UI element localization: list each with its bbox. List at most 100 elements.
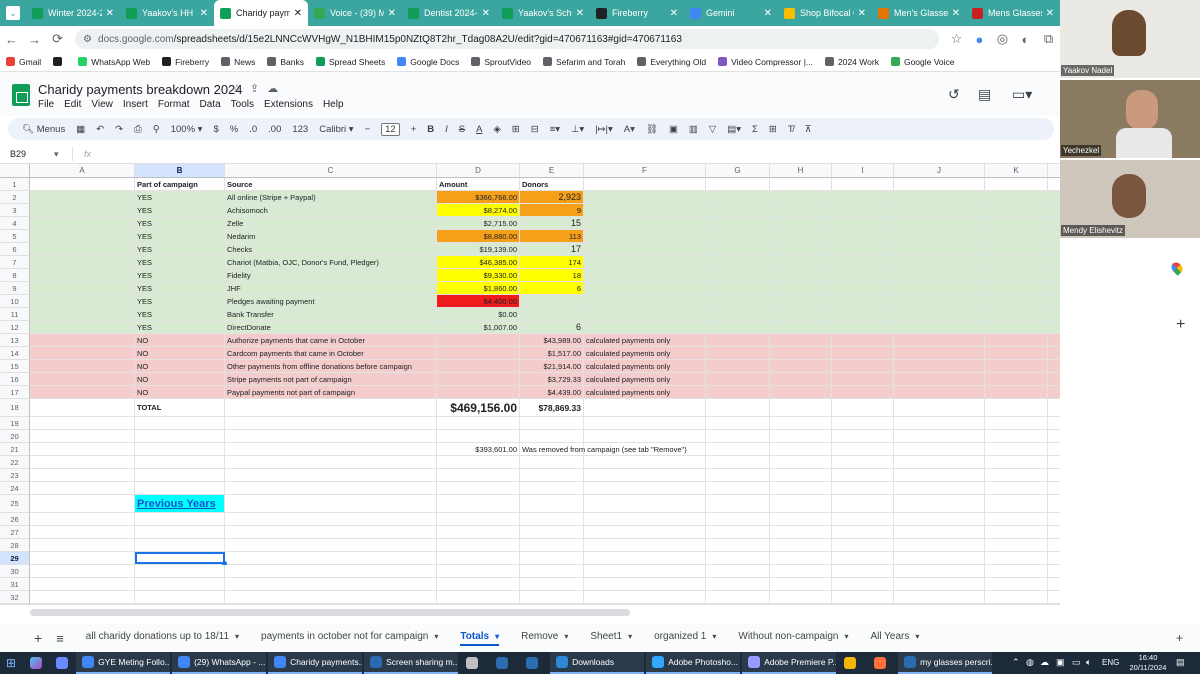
tray-app-icon[interactable]: ◍ (1026, 657, 1034, 668)
cell-amount[interactable] (437, 386, 520, 398)
meet-icon[interactable]: ▭▾ (1012, 86, 1032, 103)
menu-item[interactable]: View (91, 99, 113, 110)
cell-empty[interactable] (770, 178, 832, 190)
cell-amount[interactable]: $4,400.00 (437, 295, 520, 307)
cell-donors[interactable] (520, 513, 584, 525)
cell-empty[interactable] (832, 417, 894, 429)
cell-a[interactable] (30, 469, 135, 481)
cell-part-of-campaign[interactable] (135, 417, 225, 429)
cell-a[interactable] (30, 591, 135, 603)
cell-amount[interactable] (437, 373, 520, 385)
cell-donors[interactable]: Was removed from campaign (see tab "Remo… (520, 443, 687, 455)
cell-empty[interactable] (985, 539, 1048, 551)
cell-empty[interactable] (894, 347, 985, 359)
cell-empty[interactable] (985, 256, 1048, 268)
cell-empty[interactable] (985, 269, 1048, 281)
row-header[interactable]: 15 (0, 360, 30, 373)
cell-empty[interactable] (832, 295, 894, 307)
cell-part-of-campaign[interactable]: YES (135, 204, 225, 216)
previous-years-link[interactable]: Previous Years (135, 495, 225, 512)
cell-note[interactable] (584, 191, 706, 203)
cell-empty[interactable] (832, 191, 894, 203)
cell-a[interactable] (30, 399, 135, 416)
column-header[interactable]: A (30, 164, 135, 178)
bookmark-item[interactable]: Video Compressor |... (718, 57, 813, 67)
cell-donors[interactable]: $21,914.00 (520, 360, 584, 372)
row-header[interactable]: 12 (0, 321, 30, 334)
horizontal-scrollbar-track[interactable] (0, 604, 1158, 620)
sheet-tab[interactable]: Remove ▾ (521, 631, 568, 646)
cell-empty[interactable] (894, 443, 985, 455)
cell-amount[interactable] (437, 347, 520, 359)
cell-donors[interactable]: 15 (520, 217, 584, 229)
cell-part-of-campaign[interactable]: YES (135, 230, 225, 242)
print-icon[interactable]: ⎙ (134, 124, 142, 135)
cell-empty[interactable] (985, 178, 1048, 190)
cell-empty[interactable] (770, 513, 832, 525)
cell-part-of-campaign[interactable]: Part of campaign (135, 178, 225, 190)
tab-close-icon[interactable]: ✕ (952, 8, 960, 19)
cell-empty[interactable] (832, 513, 894, 525)
cell-empty[interactable] (985, 230, 1048, 242)
row-header[interactable]: 29 (0, 552, 30, 565)
cell-amount[interactable] (437, 513, 520, 525)
cell-empty[interactable] (706, 552, 770, 564)
bookmark-item[interactable]: Google Docs (397, 57, 459, 67)
cell-empty[interactable] (770, 495, 832, 512)
horizontal-scrollbar-thumb[interactable] (30, 609, 630, 616)
cell-note[interactable] (584, 178, 706, 190)
cell-source[interactable] (225, 469, 437, 481)
cell-empty[interactable] (894, 308, 985, 320)
cell-empty[interactable] (706, 399, 770, 416)
tray-cloud-icon[interactable]: ☁ (1040, 657, 1049, 668)
bookmark-item[interactable]: SproutVideo (471, 57, 531, 67)
cell-note[interactable] (584, 456, 706, 468)
cell-empty[interactable] (706, 295, 770, 307)
menu-item[interactable]: File (38, 99, 54, 110)
cell-note[interactable] (584, 443, 706, 455)
cell-empty[interactable] (832, 578, 894, 590)
decrease-font-icon[interactable]: − (365, 124, 371, 135)
row-header[interactable]: 3 (0, 204, 30, 217)
cell-empty[interactable] (770, 373, 832, 385)
cell-empty[interactable] (706, 386, 770, 398)
cell-part-of-campaign[interactable]: YES (135, 243, 225, 255)
cell-part-of-campaign[interactable] (135, 591, 225, 603)
menu-item[interactable]: Tools (231, 99, 254, 110)
row-header[interactable]: 8 (0, 269, 30, 282)
cell-donors[interactable]: 17 (520, 243, 584, 255)
tab-close-icon[interactable]: ✕ (294, 8, 302, 19)
name-box-dropdown-icon[interactable]: ▾ (54, 149, 59, 160)
cell-empty[interactable] (706, 495, 770, 512)
profile-icon[interactable]: ◎ (991, 31, 1014, 47)
cell-source[interactable] (225, 456, 437, 468)
cell-donors[interactable] (520, 591, 584, 603)
explore-icon[interactable]: + (1176, 631, 1183, 645)
cell-empty[interactable] (985, 430, 1048, 442)
cell-empty[interactable] (985, 204, 1048, 216)
cell-empty[interactable] (985, 578, 1048, 590)
cell-a[interactable] (30, 513, 135, 525)
cell-empty[interactable] (706, 269, 770, 281)
version-history-icon[interactable]: ↺ (948, 86, 960, 103)
cell-amount[interactable] (437, 591, 520, 603)
row-header[interactable]: 26 (0, 513, 30, 526)
browser-tab[interactable]: Charidy payme ✕ (214, 0, 308, 26)
row-header[interactable]: 9 (0, 282, 30, 295)
back-icon[interactable]: ← (0, 32, 23, 47)
cell-a[interactable] (30, 552, 135, 564)
browser-tab[interactable]: Yaakov's HH C ✕ (120, 0, 214, 26)
star-icon[interactable]: ☆ (232, 82, 242, 95)
cell-note[interactable] (584, 217, 706, 229)
cell-empty[interactable] (832, 308, 894, 320)
cell-source[interactable] (225, 539, 437, 551)
sheet-tab[interactable]: payments in october not for campaign ▾ (261, 631, 438, 646)
sheet-tab[interactable]: Without non-campaign ▾ (738, 631, 848, 646)
cell-empty[interactable] (706, 373, 770, 385)
site-settings-icon[interactable]: ⚙ (83, 34, 92, 45)
row-header[interactable]: 31 (0, 578, 30, 591)
bookmark-item[interactable]: Everything Old (637, 57, 706, 67)
fill-color-icon[interactable]: ◈ (493, 124, 500, 135)
reload-icon[interactable]: ⟳ (46, 31, 69, 47)
cell-empty[interactable] (832, 386, 894, 398)
